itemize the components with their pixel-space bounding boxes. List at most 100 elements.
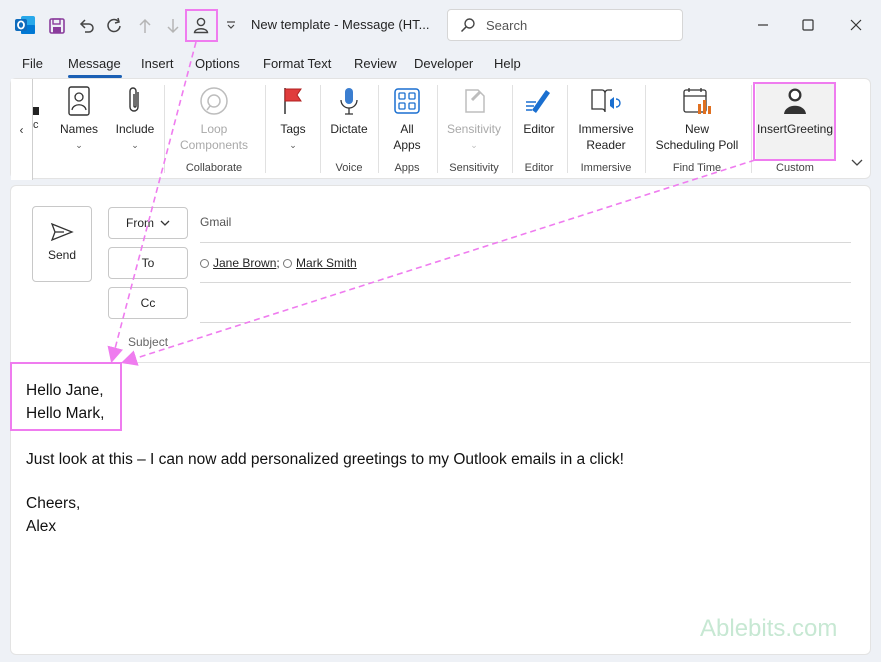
loop-label-1: Loop [200, 122, 228, 136]
group-separator [567, 85, 568, 173]
insert-greeting-label: InsertGreeting [756, 122, 834, 136]
search-placeholder: Search [486, 17, 528, 33]
search-box[interactable]: Search [447, 9, 683, 41]
cc-button[interactable]: Cc [108, 287, 188, 319]
tab-format-text[interactable]: Format Text [263, 56, 331, 71]
chevron-down-icon: ⌄ [131, 140, 139, 150]
tab-file[interactable]: File [22, 56, 43, 71]
search-icon [460, 18, 475, 33]
dictate-label: Dictate [330, 122, 368, 136]
group-separator [320, 85, 321, 173]
group-label-collaborate: Collaborate [185, 162, 243, 174]
recipient-chip[interactable]: Jane Brown [213, 256, 276, 270]
from-divider [200, 242, 851, 243]
ribbon: ‹ c Names ⌄ Include ⌄ Loop Components Co… [10, 78, 871, 180]
chevron-down-icon: ⌄ [75, 140, 83, 150]
tab-review[interactable]: Review [354, 56, 397, 71]
from-label: From [126, 216, 154, 230]
editor-pen-icon [521, 83, 557, 119]
previous-item-icon[interactable] [134, 15, 156, 37]
maximize-icon[interactable] [797, 14, 819, 36]
recipient-chip[interactable]: Mark Smith [296, 256, 357, 270]
immersive-reader-button[interactable]: Immersive Reader [573, 83, 639, 153]
sensitivity-icon [456, 83, 492, 119]
group-label-sensitivity: Sensitivity [449, 162, 499, 174]
ribbon-expand-icon[interactable] [849, 155, 865, 171]
subject-divider [11, 362, 870, 363]
sensitivity-button[interactable]: Sensitivity ⌄ [441, 83, 507, 153]
dictate-button[interactable]: Dictate [325, 83, 373, 137]
group-label-immersive: Immersive [580, 162, 632, 174]
save-icon[interactable] [46, 15, 68, 37]
signature-line: Alex [26, 518, 57, 535]
person-macro-icon [777, 83, 813, 119]
scheduling-poll-button[interactable]: New Scheduling Poll [649, 83, 745, 153]
tab-help[interactable]: Help [494, 56, 521, 71]
loop-label-2: Components [179, 138, 249, 152]
group-separator [164, 85, 165, 173]
insert-greeting-button[interactable]: InsertGreeting [756, 83, 834, 159]
close-icon[interactable] [845, 14, 867, 36]
immersive-label-1: Immersive [578, 122, 634, 136]
body-message-line: Just look at this – I can now add person… [26, 451, 624, 468]
to-divider [200, 282, 851, 283]
all-apps-button[interactable]: All Apps [383, 83, 431, 153]
immersive-reader-icon [588, 83, 624, 119]
tab-options[interactable]: Options [195, 56, 240, 71]
title-bar: New template - Message (HT... Search [0, 0, 881, 50]
tab-developer[interactable]: Developer [414, 56, 473, 71]
next-item-icon[interactable] [162, 15, 184, 37]
redo-icon[interactable] [104, 15, 126, 37]
undo-icon[interactable] [76, 15, 98, 37]
scheduling-label-2: Scheduling Poll [655, 138, 739, 152]
group-separator [751, 85, 752, 173]
apps-grid-icon [389, 83, 425, 119]
loop-components-button[interactable]: Loop Components [169, 83, 259, 153]
customize-toolbar-icon[interactable] [224, 17, 238, 33]
send-icon [50, 222, 74, 242]
cc-label: Cc [140, 296, 156, 310]
to-label: To [141, 256, 155, 270]
menu-bar: File Message Insert Options Format Text … [0, 52, 881, 78]
tab-message[interactable]: Message [68, 56, 121, 71]
to-button[interactable]: To [108, 247, 188, 279]
to-recipients[interactable]: Jane Brown; Mark Smith [200, 256, 357, 270]
editor-button[interactable]: Editor [517, 83, 561, 137]
subject-field[interactable]: Subject [128, 335, 168, 349]
insert-greeting-quick-access-icon[interactable] [189, 13, 213, 37]
from-button[interactable]: From [108, 207, 188, 239]
presence-icon [283, 259, 293, 268]
group-separator [645, 85, 646, 173]
group-separator [378, 85, 379, 173]
greeting-line-2: Hello Mark, [26, 405, 105, 422]
names-button[interactable]: Names ⌄ [57, 83, 101, 153]
message-compose-pane: Send From Gmail To Jane Brown; Mark Smit… [10, 185, 871, 655]
tab-insert[interactable]: Insert [141, 56, 174, 71]
immersive-label-2: Reader [586, 138, 626, 152]
calendar-poll-icon [679, 83, 715, 119]
window-title: New template - Message (HT... [251, 17, 430, 32]
send-label: Send [47, 248, 77, 262]
presence-icon [200, 259, 209, 268]
ribbon-scroll-left-button[interactable]: ‹ [11, 79, 33, 180]
group-label-voice: Voice [335, 162, 363, 174]
outlook-logo-icon [14, 14, 36, 36]
partial-ribbon-item[interactable]: c [33, 107, 43, 131]
partial-ribbon-label: c [33, 119, 39, 131]
chevron-down-icon: ⌄ [289, 140, 297, 150]
group-label-editor: Editor [524, 162, 554, 174]
send-button[interactable]: Send [32, 206, 92, 282]
all-apps-label-1: All [400, 122, 414, 136]
flag-icon [275, 83, 311, 119]
tags-label: Tags [280, 122, 306, 136]
chevron-down-icon [160, 220, 170, 226]
microphone-icon [331, 83, 367, 119]
editor-label: Editor [523, 122, 555, 136]
minimize-icon[interactable] [752, 14, 774, 36]
names-label: Names [59, 122, 98, 136]
group-label-apps: Apps [394, 162, 420, 174]
all-apps-label-2: Apps [393, 138, 421, 152]
group-separator [437, 85, 438, 173]
include-button[interactable]: Include ⌄ [111, 83, 159, 153]
tags-button[interactable]: Tags ⌄ [273, 83, 313, 153]
